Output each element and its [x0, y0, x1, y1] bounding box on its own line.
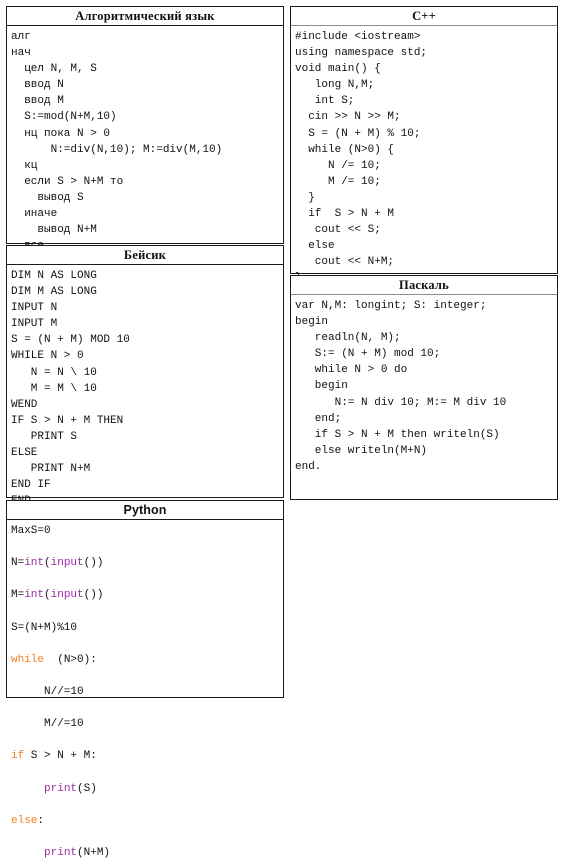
code-token: M//=10 [11, 718, 84, 731]
code-token: MaxS=0 [11, 525, 51, 537]
panel-header-python: Python [7, 501, 283, 520]
panel-header-algorithmic-language: Алгоритмический язык [7, 7, 283, 26]
code-token: input [50, 557, 84, 570]
code-token: M= [11, 589, 25, 602]
panel-algorithmic-language: Алгоритмический язык алг нач цел N, M, S… [6, 6, 284, 268]
code-token: : [37, 814, 45, 827]
code-token: print [44, 782, 78, 795]
code-token: print [44, 846, 78, 859]
panel-python: Python MaxS=0 N=int(input()) M=int(input… [6, 500, 284, 859]
code-token: ()) [83, 589, 104, 602]
panel-cpp: C++ #include <iostream> using namespace … [290, 6, 558, 284]
code-line: else: [11, 813, 283, 829]
code-line: M=int(input()) [11, 587, 283, 603]
code-block-python: MaxS=0 N=int(input()) M=int(input()) S=(… [7, 520, 283, 861]
panel-pascal: Паскаль var N,M: longint; S: integer; be… [290, 275, 558, 500]
panel-header-basic: Бейсик [7, 246, 283, 265]
code-block-algorithmic-language: алг нач цел N, M, S ввод N ввод M S:=mod… [11, 31, 223, 268]
code-token: N= [11, 557, 25, 570]
code-line: while (N>0): [11, 652, 283, 668]
code-block-cpp: #include <iostream> using namespace std;… [295, 31, 428, 284]
code-token: (S) [77, 782, 97, 795]
code-token: ( [44, 589, 51, 602]
code-token: ( [44, 557, 51, 570]
code-line: MaxS=0 [11, 523, 283, 539]
code-line: if S > N + M: [11, 748, 283, 764]
code-token: input [50, 589, 84, 602]
code-line: M//=10 [11, 716, 283, 732]
code-line: print(S) [11, 781, 283, 797]
code-block-basic: DIM N AS LONG DIM M AS LONG INPUT N INPU… [11, 270, 130, 507]
code-token: else [11, 814, 38, 827]
code-token: S=(N+M)%10 [11, 621, 78, 634]
code-token: N//=10 [11, 685, 84, 698]
code-token: int [24, 557, 45, 570]
code-block-pascal: var N,M: longint; S: integer; begin read… [295, 300, 507, 473]
code-token: (N>0): [44, 653, 97, 666]
code-token: while [11, 653, 45, 666]
code-line: print(N+M) [11, 845, 283, 861]
code-line: S=(N+M)%10 [11, 620, 283, 636]
code-comparison-page: Алгоритмический язык алг нач цел N, M, S… [0, 0, 566, 859]
panel-basic: Бейсик DIM N AS LONG DIM M AS LONG INPUT… [6, 245, 284, 507]
panel-header-pascal: Паскаль [291, 276, 557, 295]
code-token: if [11, 750, 25, 763]
code-token: ()) [83, 557, 104, 570]
panel-header-cpp: C++ [291, 7, 557, 26]
code-token: (N+M) [77, 846, 111, 859]
code-line: N=int(input()) [11, 555, 283, 571]
code-token: S > N + M: [24, 750, 97, 763]
code-token: int [24, 589, 45, 602]
